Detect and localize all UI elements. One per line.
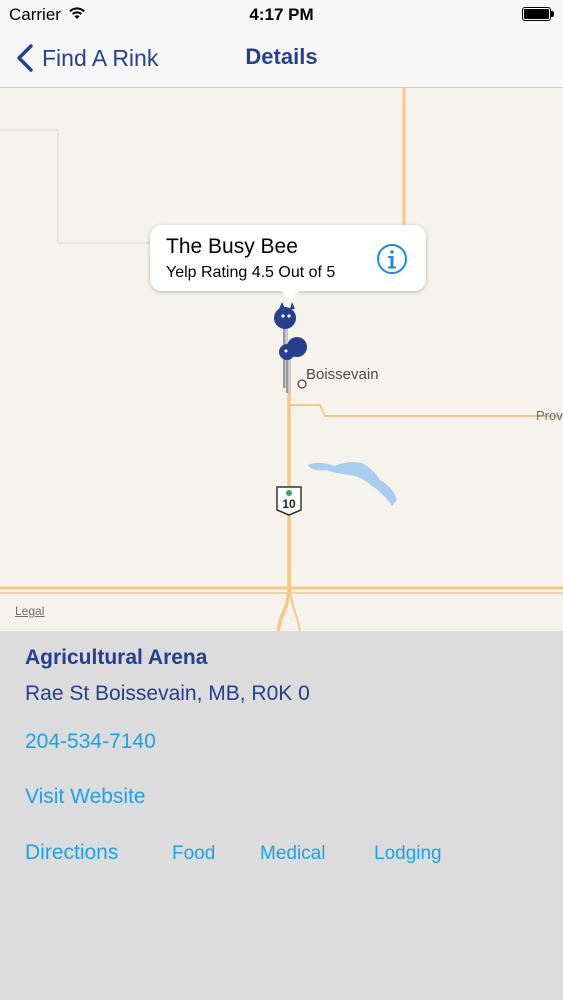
highway-shield-icon: 10 (275, 484, 303, 516)
navigation-bar: Find A Rink Details (0, 30, 563, 88)
info-icon[interactable] (375, 242, 409, 276)
battery-icon (522, 7, 554, 21)
status-time: 4:17 PM (249, 5, 314, 24)
food-link[interactable]: Food (172, 843, 215, 865)
callout-subtitle: Yelp Rating 4.5 Out of 5 (166, 264, 336, 281)
callout-title: The Busy Bee (166, 235, 298, 258)
rink-name: Agricultural Arena (25, 646, 208, 669)
page-title: Details (245, 44, 318, 69)
rink-details-panel: Agricultural Arena Rae St Boissevain, MB… (0, 631, 563, 1000)
visit-website-link[interactable]: Visit Website (25, 785, 146, 809)
lake-shape (308, 462, 397, 506)
highway-number: 10 (282, 497, 296, 511)
map-callout[interactable]: The Busy Bee Yelp Rating 4.5 Out of 5 (150, 225, 426, 300)
town-label: Boissevain (306, 366, 379, 383)
map-view[interactable]: Boissevain Prov 10 The Busy Bee Yelp Rat… (0, 88, 563, 631)
legal-link[interactable]: Legal (15, 604, 44, 618)
medical-link[interactable]: Medical (260, 843, 325, 865)
rink-address: Rae St Boissevain, MB, R0K 0 (25, 682, 310, 705)
road-label: Prov (536, 408, 563, 423)
directions-link[interactable]: Directions (25, 841, 118, 865)
callout-tip (280, 290, 300, 300)
phone-link[interactable]: 204-534-7140 (25, 730, 156, 754)
status-bar: Carrier 4:17 PM (0, 0, 563, 30)
lodging-link[interactable]: Lodging (374, 843, 442, 865)
